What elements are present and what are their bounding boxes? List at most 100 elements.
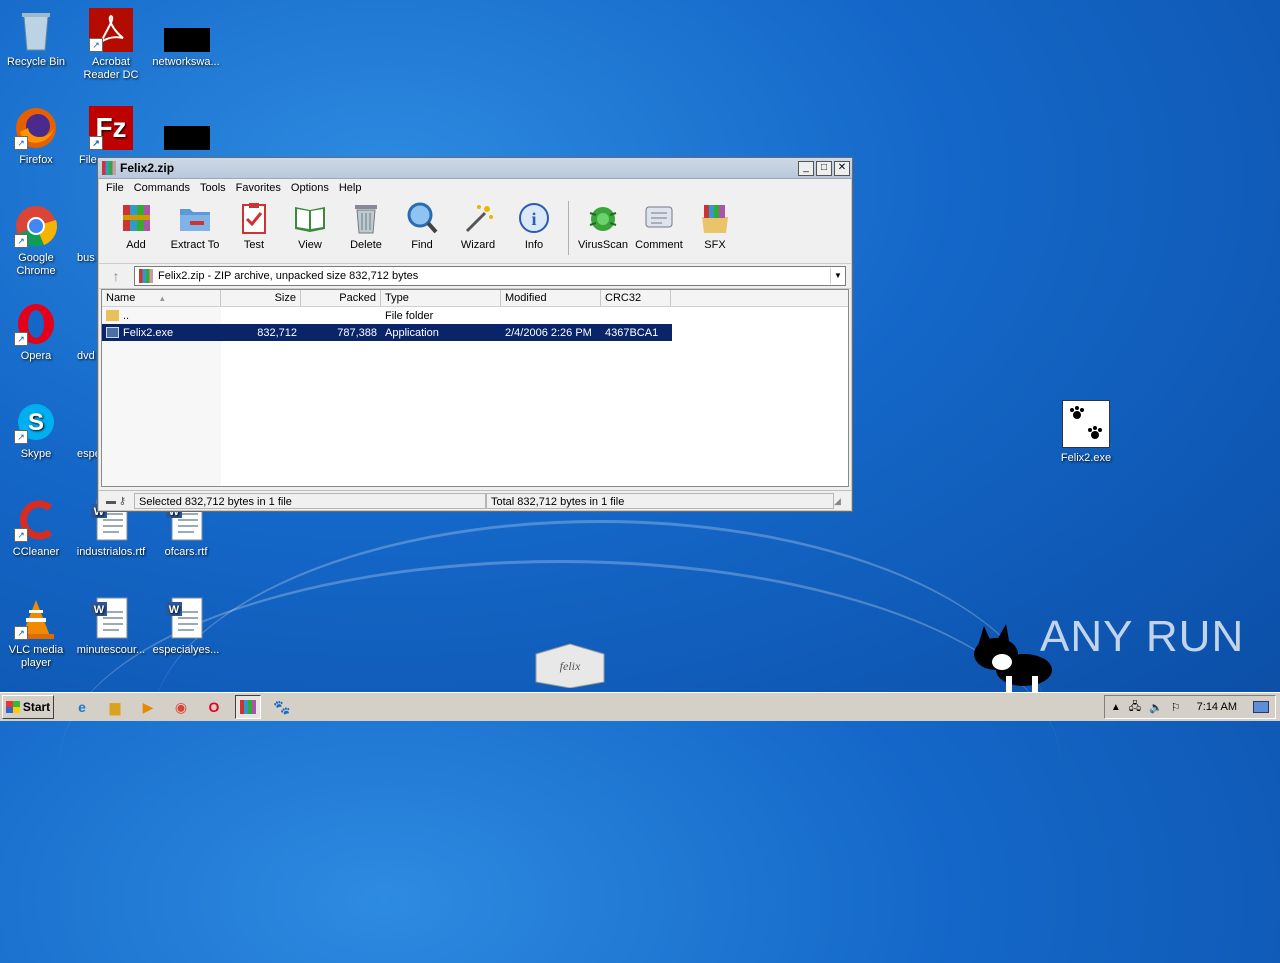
- menu-help[interactable]: Help: [334, 182, 367, 194]
- extract-to-button[interactable]: Extract To: [164, 201, 226, 251]
- status-bar: ▬ ⚷ Selected 832,712 bytes in 1 file Tot…: [98, 490, 852, 511]
- explorer-taskbar-icon[interactable]: ▆: [103, 696, 127, 718]
- minimize-button[interactable]: _: [798, 160, 814, 176]
- desktop-icon-label: minutescour...: [76, 644, 146, 656]
- menu-tools[interactable]: Tools: [195, 182, 231, 194]
- window-titlebar[interactable]: Felix2.zip _ □ ✕: [98, 158, 852, 179]
- word-document-icon: W: [89, 596, 133, 640]
- sort-ascending-icon: ▲: [158, 294, 167, 303]
- desktop-icon-label: CCleaner: [12, 546, 60, 558]
- table-row[interactable]: .. File folder: [102, 307, 848, 324]
- redacted-icon: [164, 8, 210, 52]
- desktop-icon-label: Google Chrome: [16, 252, 56, 277]
- archive-window[interactable]: Felix2.zip _ □ ✕ File Commands Tools Fav…: [97, 157, 853, 512]
- media-player-taskbar-icon[interactable]: ▶: [136, 696, 160, 718]
- resize-grip-icon[interactable]: ◢: [834, 496, 846, 507]
- info-button[interactable]: i Info: [506, 201, 562, 251]
- find-button[interactable]: Find: [394, 201, 450, 251]
- volume-icon[interactable]: 🔈: [1149, 701, 1163, 714]
- column-header-type[interactable]: Type: [381, 290, 501, 306]
- opera-taskbar-icon[interactable]: O: [202, 696, 226, 718]
- chrome-icon: ↗: [14, 204, 58, 248]
- magic-wand-icon: [461, 201, 495, 235]
- clock[interactable]: 7:14 AM: [1189, 701, 1245, 713]
- desktop-icon-minutescour[interactable]: W minutescour...: [73, 596, 149, 657]
- desktop-icon-networkswa[interactable]: networkswa...: [148, 8, 224, 69]
- view-label: View: [298, 239, 322, 251]
- virusscan-label: VirusScan: [578, 239, 628, 251]
- test-button[interactable]: Test: [226, 201, 282, 251]
- network-icon[interactable]: 🖧: [1129, 698, 1141, 717]
- wizard-button[interactable]: Wizard: [450, 201, 506, 251]
- trash-icon: [349, 201, 383, 235]
- desktop-icon-label: Felix2.exe: [1060, 452, 1112, 464]
- status-selected: Selected 832,712 bytes in 1 file: [134, 493, 486, 509]
- menu-commands[interactable]: Commands: [129, 182, 195, 194]
- ie-taskbar-icon[interactable]: e: [70, 696, 94, 718]
- desktop-icon-skype[interactable]: S ↗ Skype: [0, 400, 74, 461]
- virus-bug-icon: [586, 201, 620, 235]
- winrar-icon: [139, 269, 153, 283]
- acrobat-icon: ↗: [89, 8, 133, 52]
- comment-icon: [642, 201, 676, 235]
- add-archive-icon: [119, 201, 153, 235]
- paw-prints-taskbar-icon[interactable]: 🐾: [270, 696, 294, 718]
- virusscan-button[interactable]: VirusScan: [575, 201, 631, 251]
- desktop-icon-vlc[interactable]: ↗ VLC media player: [0, 596, 74, 670]
- shortcut-arrow-icon: ↗: [89, 136, 103, 150]
- column-header-size[interactable]: Size: [221, 290, 301, 306]
- menu-favorites[interactable]: Favorites: [231, 182, 286, 194]
- maximize-button[interactable]: □: [816, 160, 832, 176]
- desktop-icon-especialyes[interactable]: W especialyes...: [148, 596, 224, 657]
- desktop-icon-felix2-exe[interactable]: Felix2.exe: [1048, 400, 1124, 465]
- file-name: ..: [123, 309, 130, 322]
- desktop-icon-opera[interactable]: ↗ Opera: [0, 302, 74, 363]
- felix-box-image: felix: [532, 642, 608, 689]
- system-tray: ▲ 🖧 🔈 ⚐ 7:14 AM: [1103, 695, 1276, 719]
- start-button[interactable]: Start: [2, 695, 54, 719]
- chrome-taskbar-icon[interactable]: ◉: [169, 696, 193, 718]
- table-row-selected[interactable]: Felix2.exe 832,712 787,388 Application 2…: [102, 324, 672, 341]
- redacted-icon: [164, 106, 210, 150]
- column-header-modified[interactable]: Modified: [501, 290, 601, 306]
- drive-icon: ▬ ⚷: [105, 495, 127, 507]
- chevron-up-icon[interactable]: ▲: [1111, 702, 1121, 713]
- view-button[interactable]: View: [282, 201, 338, 251]
- desktop-icon-acrobat[interactable]: ↗ Acrobat Reader DC: [73, 8, 149, 82]
- svg-text:felix: felix: [560, 659, 581, 673]
- sfx-button[interactable]: SFX: [687, 201, 743, 251]
- file-list[interactable]: Name ▲ Size Packed Type Modified CRC32 .…: [101, 289, 849, 487]
- desktop-icon-chrome[interactable]: ↗ Google Chrome: [0, 204, 74, 278]
- taskbar: Start e ▆ ▶ ◉ O 🐾 ▲ 🖧 🔈 ⚐ 7:14 AM: [0, 692, 1280, 721]
- svg-text:W: W: [94, 604, 105, 616]
- up-one-level-button[interactable]: ↑: [98, 265, 134, 287]
- add-button[interactable]: Add: [108, 201, 164, 251]
- sfx-label: SFX: [704, 239, 726, 251]
- shortcut-arrow-icon: ↗: [14, 234, 28, 248]
- delete-label: Delete: [350, 239, 382, 251]
- desktop-icon-ccleaner[interactable]: ↗ CCleaner: [0, 498, 74, 559]
- menu-options[interactable]: Options: [286, 182, 334, 194]
- shortcut-arrow-icon: ↗: [14, 430, 28, 444]
- vlc-cone-icon: ↗: [14, 596, 58, 640]
- toolbar-separator: [568, 201, 569, 255]
- menu-file[interactable]: File: [101, 182, 129, 194]
- comment-button[interactable]: Comment: [631, 201, 687, 251]
- close-button[interactable]: ✕: [834, 160, 850, 176]
- file-modified: 2/4/2006 2:26 PM: [505, 326, 592, 339]
- winrar-taskbar-icon[interactable]: [235, 695, 261, 719]
- svg-text:S: S: [28, 409, 44, 436]
- column-header-crc32[interactable]: CRC32: [601, 290, 671, 306]
- action-center-flag-icon[interactable]: ⚐: [1171, 701, 1181, 714]
- column-header-name[interactable]: Name ▲: [102, 290, 221, 306]
- address-field[interactable]: Felix2.zip - ZIP archive, unpacked size …: [134, 266, 846, 286]
- column-header-packed[interactable]: Packed: [301, 290, 381, 306]
- extract-to-label: Extract To: [170, 239, 220, 251]
- desktop-icon-firefox[interactable]: ↗ Firefox: [0, 106, 74, 167]
- desktop-icon-label: ofcars.rtf: [164, 546, 208, 558]
- chevron-down-icon[interactable]: ▼: [830, 268, 845, 284]
- delete-button[interactable]: Delete: [338, 201, 394, 251]
- desktop-icon-recycle-bin[interactable]: Recycle Bin: [0, 8, 74, 69]
- menu-bar: File Commands Tools Favorites Options He…: [98, 179, 852, 197]
- show-desktop-icon[interactable]: [1253, 701, 1269, 713]
